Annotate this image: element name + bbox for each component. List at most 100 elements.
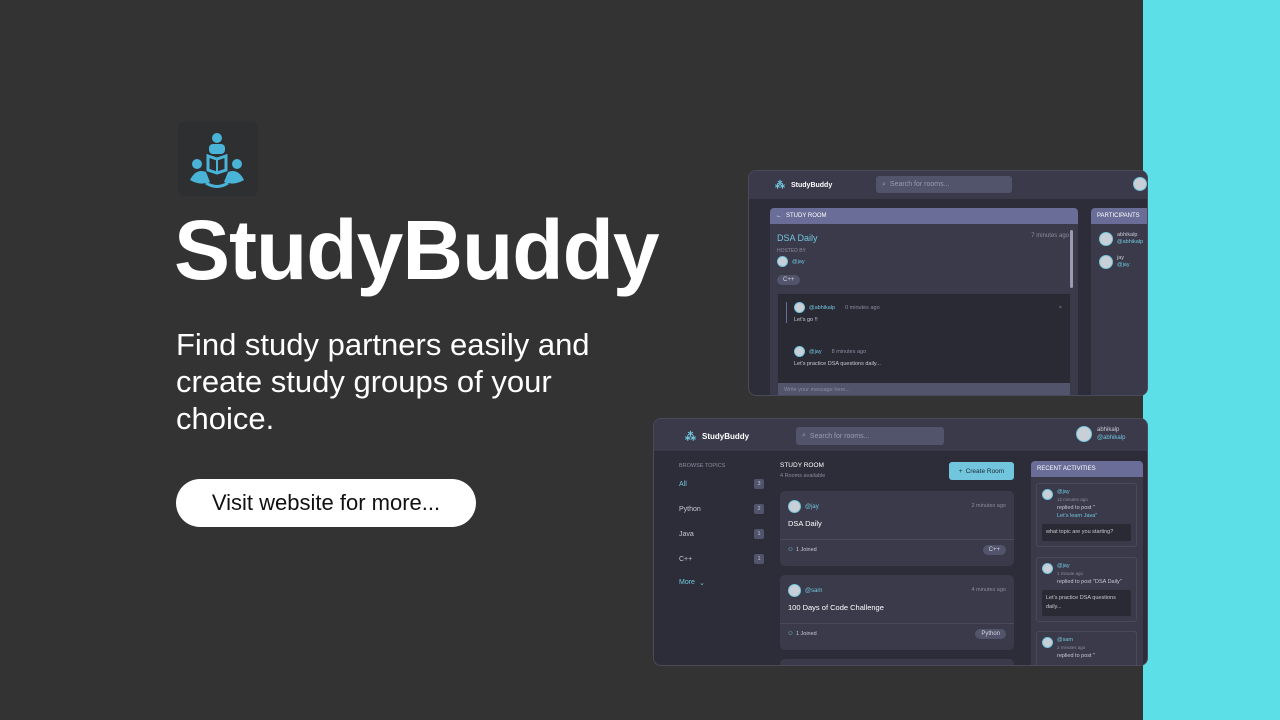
scrollbar[interactable] bbox=[1070, 230, 1073, 288]
avatar[interactable] bbox=[1133, 177, 1147, 191]
topic-item[interactable]: Java 1 bbox=[679, 529, 764, 539]
more-topics-link[interactable]: More ⌄ bbox=[679, 579, 705, 587]
avatar bbox=[788, 500, 801, 513]
hero-title: StudyBuddy bbox=[174, 203, 660, 297]
room-time: 2 minutes ago bbox=[971, 503, 1006, 509]
logo-icon: ⁂ bbox=[775, 180, 785, 191]
browse-topics-title: BROWSE TOPICS bbox=[679, 463, 726, 469]
host[interactable]: @jay bbox=[777, 256, 805, 267]
avatar bbox=[777, 256, 788, 267]
home-page-screenshot: ⁂ StudyBuddy ⌕ Search for rooms... abhik… bbox=[653, 418, 1148, 666]
host-handle: @jay bbox=[792, 258, 805, 265]
topic-label: C++ bbox=[777, 275, 801, 285]
divider bbox=[780, 539, 1014, 540]
mock-header: ⁂ StudyBuddy ⌕ Search for rooms... bbox=[749, 171, 1147, 199]
avatar bbox=[788, 584, 801, 597]
activities-title: RECENT ACTIVITIES bbox=[1037, 466, 1096, 472]
participant-item[interactable]: jay @jay bbox=[1099, 255, 1130, 269]
topic-label: Python bbox=[975, 629, 1006, 639]
message-time: 8 minutes ago bbox=[831, 348, 867, 355]
recent-activities-panel: RECENT ACTIVITIES @jay 12 minutes ago rep… bbox=[1031, 461, 1143, 665]
rooms-title: STUDY ROOM bbox=[780, 462, 824, 469]
room-panel: ← STUDY ROOM DSA Daily 7 minutes ago HOS… bbox=[770, 208, 1078, 395]
activity-action: replied to post " bbox=[1057, 505, 1096, 511]
search-input[interactable]: ⌕ Search for rooms... bbox=[796, 427, 944, 445]
activity-time: 2 minutes ago bbox=[1057, 645, 1086, 650]
arrow-left-icon[interactable]: ← bbox=[776, 213, 782, 219]
activity-item[interactable]: @jay 1 minute ago replied to post "DSA Da… bbox=[1036, 557, 1137, 622]
topic-name: All bbox=[679, 480, 687, 488]
message-time: 0 minutes ago bbox=[845, 304, 880, 311]
room-title[interactable]: 100 Days of Code Challenge bbox=[788, 603, 884, 612]
accent-strip bbox=[1143, 0, 1280, 720]
activity-time: 1 minute ago bbox=[1057, 571, 1084, 576]
participant-name: jay bbox=[1117, 255, 1125, 261]
message-item: @abhikalp 0 minutes ago × Let's go !! bbox=[786, 302, 1062, 323]
joined-label: 1 Joined bbox=[795, 631, 817, 637]
activity-time: 12 minutes ago bbox=[1057, 497, 1088, 502]
close-icon[interactable]: × bbox=[1059, 305, 1062, 311]
activity-post[interactable]: Let's learn Java" bbox=[1057, 512, 1131, 520]
search-icon: ⌕ bbox=[802, 432, 806, 439]
topic-item[interactable]: All 3 bbox=[679, 479, 764, 489]
room-card[interactable]: @sam 4 minutes ago 100 Days of Code Chal… bbox=[780, 575, 1014, 650]
users-icon: ⚇ bbox=[788, 547, 793, 553]
activity-item[interactable]: @jay 12 minutes ago replied to post " Let… bbox=[1036, 483, 1137, 547]
message-thread: @abhikalp 0 minutes ago × Let's go !! @j… bbox=[778, 294, 1070, 395]
participants-title: PARTICIPANTS bbox=[1097, 213, 1140, 219]
room-card[interactable] bbox=[780, 659, 1014, 665]
participant-handle: @jay bbox=[1117, 262, 1130, 268]
mock-brand[interactable]: ⁂ StudyBuddy bbox=[775, 180, 832, 191]
chevron-down-icon: ⌄ bbox=[698, 580, 705, 587]
room-host[interactable]: @sam bbox=[788, 584, 822, 597]
create-room-label: Create Room bbox=[965, 467, 1005, 475]
participants-header: PARTICIPANTS bbox=[1091, 208, 1147, 224]
message-user[interactable]: @abhikalp bbox=[809, 305, 835, 311]
topic-name: Python bbox=[679, 505, 701, 513]
activity-action: replied to post "DSA Daily" bbox=[1057, 579, 1122, 585]
activity-user: @jay bbox=[1057, 489, 1070, 495]
room-title[interactable]: DSA Daily bbox=[788, 519, 822, 528]
brand-name: StudyBuddy bbox=[702, 432, 750, 441]
message-input[interactable]: Write your message here... bbox=[778, 383, 1070, 395]
message-user[interactable]: @jay bbox=[809, 349, 822, 355]
message-item: @jay 8 minutes ago Let's practice DSA qu… bbox=[786, 346, 1062, 367]
message-placeholder: Write your message here... bbox=[784, 387, 850, 393]
topic-tag[interactable]: C++ bbox=[982, 545, 1006, 555]
room-title: DSA Daily bbox=[777, 233, 818, 243]
topic-item[interactable]: C++ 1 bbox=[679, 554, 764, 564]
room-host[interactable]: @jay bbox=[788, 500, 819, 513]
topic-tag[interactable]: Python bbox=[975, 629, 1006, 639]
create-room-button[interactable]: + Create Room bbox=[949, 462, 1014, 480]
avatar bbox=[1042, 637, 1053, 648]
brand-name: StudyBuddy bbox=[791, 182, 833, 189]
activity-action: replied to post " bbox=[1057, 653, 1096, 659]
host-handle: @sam bbox=[805, 587, 823, 594]
topic-count: 1 bbox=[754, 554, 764, 564]
topic-name: C++ bbox=[679, 555, 693, 563]
room-card[interactable]: @jay 2 minutes ago DSA Daily ⚇ 1 Joined … bbox=[780, 491, 1014, 566]
joined-count: ⚇ 1 Joined bbox=[788, 631, 817, 637]
visit-website-button[interactable]: Visit website for more... bbox=[176, 479, 476, 527]
search-input[interactable]: ⌕ Search for rooms... bbox=[876, 176, 1012, 193]
room-panel-header: ← STUDY ROOM bbox=[770, 208, 1078, 224]
participant-item[interactable]: abhikalp @abhikalp bbox=[1099, 232, 1143, 246]
activity-quote: what topic are you starting? bbox=[1042, 524, 1131, 541]
activity-item[interactable]: @sam 2 minutes ago replied to post " bbox=[1036, 631, 1137, 665]
user-handle: @abhikalp bbox=[1097, 435, 1126, 441]
hosted-by-label: HOSTED BY bbox=[777, 248, 806, 254]
topic-tag[interactable]: C++ bbox=[777, 275, 801, 285]
joined-label: 1 Joined bbox=[795, 547, 817, 553]
user-menu[interactable]: abhikalp @abhikalp bbox=[1076, 426, 1125, 442]
avatar bbox=[1042, 563, 1053, 574]
mock-brand[interactable]: ⁂ StudyBuddy bbox=[685, 430, 749, 443]
rooms-available: 4 Rooms available bbox=[780, 473, 826, 479]
search-placeholder: Search for rooms... bbox=[809, 432, 870, 440]
divider bbox=[780, 623, 1014, 624]
participant-name: abhikalp bbox=[1117, 232, 1138, 238]
participants-panel: PARTICIPANTS abhikalp @abhikalp jay @jay bbox=[1091, 208, 1147, 395]
search-placeholder: Search for rooms... bbox=[889, 181, 950, 188]
activity-user: @jay bbox=[1057, 563, 1070, 569]
panel-title: STUDY ROOM bbox=[786, 213, 827, 219]
topic-item[interactable]: Python 2 bbox=[679, 504, 764, 514]
